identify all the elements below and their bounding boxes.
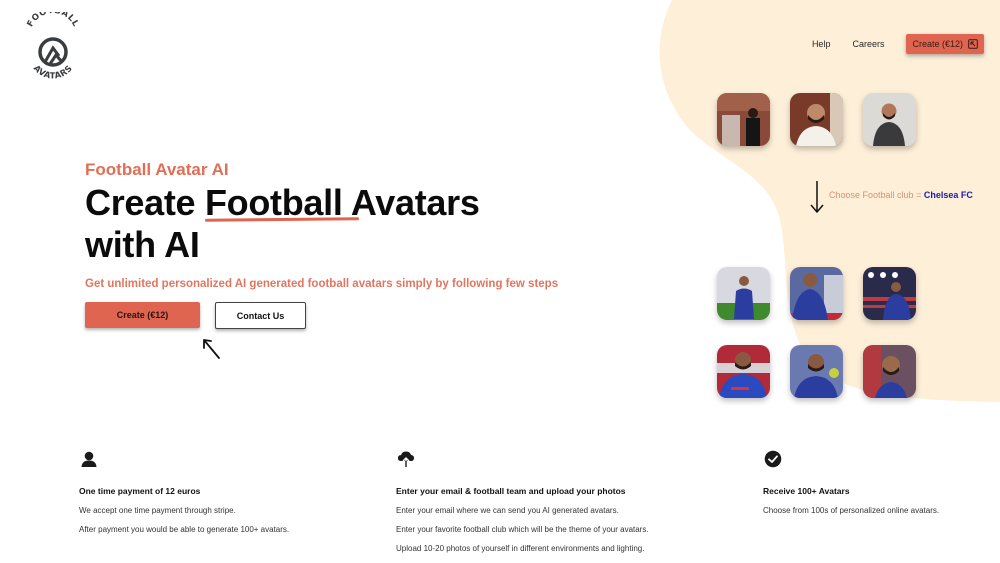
nav-create-button[interactable]: Create (€12) xyxy=(906,34,984,54)
feature-line: Upload 10-20 photos of yourself in diffe… xyxy=(396,544,645,553)
pointer-arrow-icon xyxy=(203,339,220,359)
generated-avatar-3-image xyxy=(863,267,916,320)
svg-text:FOOTBALL: FOOTBALL xyxy=(25,12,80,29)
generated-avatar-5-image xyxy=(790,345,843,398)
hero-actions: Create (€12) Contact Us xyxy=(85,302,306,329)
cloud-upload-icon xyxy=(397,451,414,467)
nav-create-label: Create (€12) xyxy=(912,39,963,49)
club-equals: = xyxy=(916,190,922,200)
check-circle-icon xyxy=(764,450,782,468)
feature-title: One time payment of 12 euros xyxy=(79,486,201,496)
input-photo-2-image xyxy=(790,93,843,146)
contact-us-button[interactable]: Contact Us xyxy=(215,302,306,329)
club-name: Chelsea FC xyxy=(923,190,973,200)
feature-upload: Enter your email & football team and upl… xyxy=(396,450,649,563)
user-icon xyxy=(81,451,97,467)
feature-title: Enter your email & football team and upl… xyxy=(396,486,626,496)
headline-part-2: Avatars xyxy=(342,182,480,223)
hero-eyebrow: Football Avatar AI xyxy=(85,160,229,179)
input-photo-1-image xyxy=(717,93,770,146)
logo-text-top: FOOTBALL xyxy=(25,6,80,29)
feature-line: Enter your email where we can send you A… xyxy=(396,506,619,515)
arrow-down-icon xyxy=(810,181,824,214)
input-photo-3-image xyxy=(863,93,916,146)
logo-mark: FOOTBALL AVATARS xyxy=(25,6,80,82)
input-photo xyxy=(863,93,916,146)
hero-subline: Get unlimited personalized AI generated … xyxy=(85,278,559,290)
generated-avatar-2-image xyxy=(790,267,843,320)
nav-link-help[interactable]: Help xyxy=(812,39,831,49)
hero-section: Football Avatar AI Create Football Avata… xyxy=(85,160,558,290)
generated-avatar xyxy=(717,267,770,320)
feature-receive: Receive 100+ Avatars Choose from 100s of… xyxy=(763,450,939,525)
nav-link-careers[interactable]: Careers xyxy=(852,39,884,49)
feature-line: Choose from 100s of personalized online … xyxy=(763,506,940,515)
generated-avatar xyxy=(863,267,916,320)
headline-line-2: with AI xyxy=(85,224,200,265)
generated-avatar xyxy=(717,345,770,398)
club-selection-label: Choose Football club = Chelsea FC xyxy=(829,190,973,200)
generated-avatar-6-image xyxy=(863,345,916,398)
generated-avatar xyxy=(863,345,916,398)
input-photo xyxy=(717,93,770,146)
headline-highlight: Football xyxy=(204,182,343,223)
feature-title: Receive 100+ Avatars xyxy=(763,486,850,496)
input-photo xyxy=(790,93,843,146)
headline-part-1: Create xyxy=(85,182,205,223)
club-prompt: Choose Football club xyxy=(829,190,914,200)
feature-line: Enter your favorite football club which … xyxy=(396,525,649,534)
generated-avatar xyxy=(790,267,843,320)
feature-line: After payment you would be able to gener… xyxy=(79,525,290,534)
generated-avatar-4-image xyxy=(717,345,770,398)
hero-headline: Create Football Avatars with AI xyxy=(85,182,558,266)
feature-payment: One time payment of 12 euros We accept o… xyxy=(79,450,289,544)
feature-line: We accept one time payment through strip… xyxy=(79,506,236,515)
logo[interactable]: FOOTBALL AVATARS xyxy=(22,6,84,90)
top-nav: Help Careers Create (€12) xyxy=(812,34,984,54)
create-button[interactable]: Create (€12) xyxy=(85,302,200,328)
generated-avatar xyxy=(790,345,843,398)
external-link-icon xyxy=(968,39,978,49)
generated-avatar-1-image xyxy=(717,267,770,320)
